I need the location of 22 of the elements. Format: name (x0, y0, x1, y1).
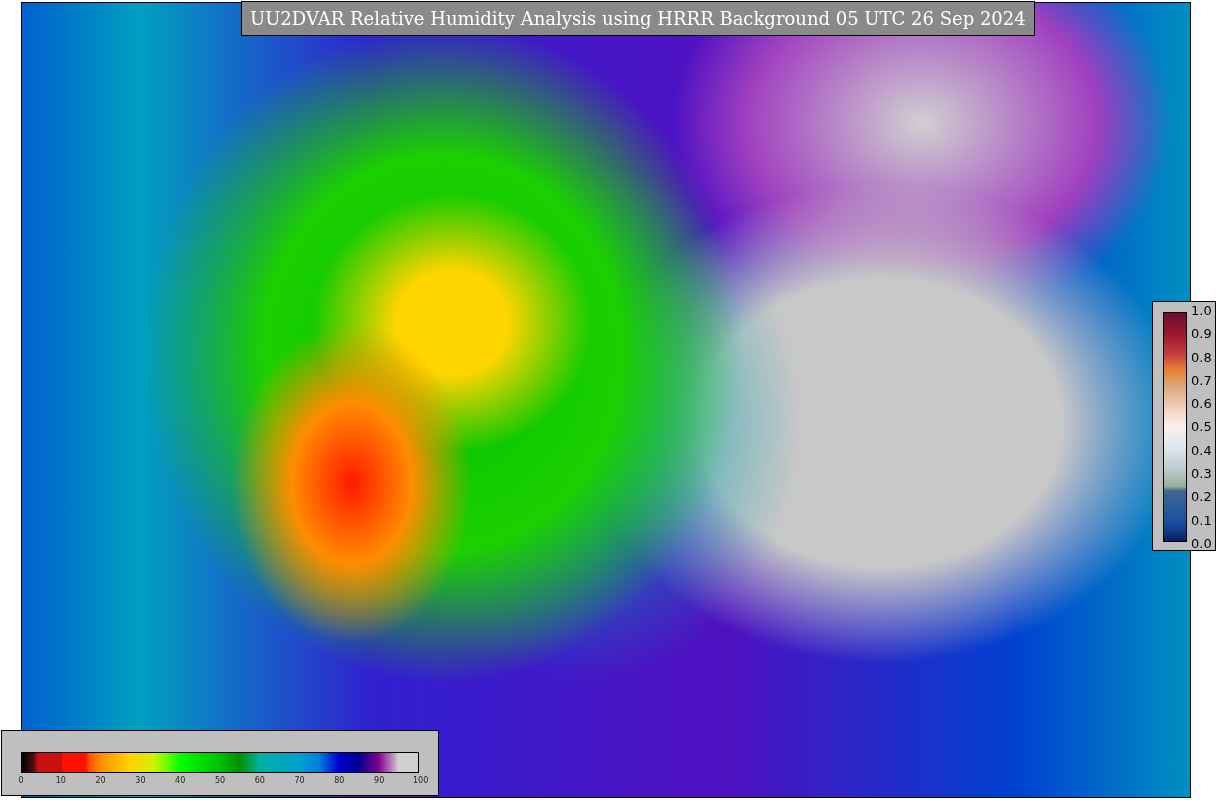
colorbar-tick-label: 0.8 (1191, 349, 1212, 365)
colorbar-tick-label: 0.0 (1191, 535, 1212, 551)
colorbar-tick-label: 40 (174, 776, 187, 785)
colorbar-tick-label: 70 (293, 776, 306, 785)
colorbar-tick-label: 30 (134, 776, 147, 785)
colorbar-tick-label: 0 (17, 776, 25, 785)
colorbar-tick-label: 0.4 (1191, 442, 1212, 458)
colorbar-tick-label: 1.0 (1191, 303, 1212, 318)
colorbar-tick-label: 50 (214, 776, 226, 785)
colorbar-tick-label: 0.1 (1191, 512, 1212, 528)
colorbar-tick-label: 10 (54, 776, 67, 785)
map-title: UU2DVAR Relative Humidity Analysis using HRRR Background 05 UTC 26 Sep 2024 (241, 1, 1035, 36)
colorbar-tick-label: 90 (373, 776, 386, 785)
colorbar-tick-label: 0.2 (1191, 489, 1212, 505)
colorbar-tick-label: 0.7 (1191, 372, 1212, 388)
colorbar-tick-label: 0.3 (1191, 466, 1212, 482)
colorbar-tick-label: 0.9 (1191, 326, 1212, 342)
colorbar-tick-label: 80 (333, 776, 346, 785)
colorbar-tick-label: 0.6 (1191, 396, 1212, 412)
colorbar-tick-label: 60 (253, 776, 266, 785)
colorbar-tick-label: 0.5 (1191, 419, 1212, 435)
colorbar-tick-label: 20 (94, 776, 107, 785)
